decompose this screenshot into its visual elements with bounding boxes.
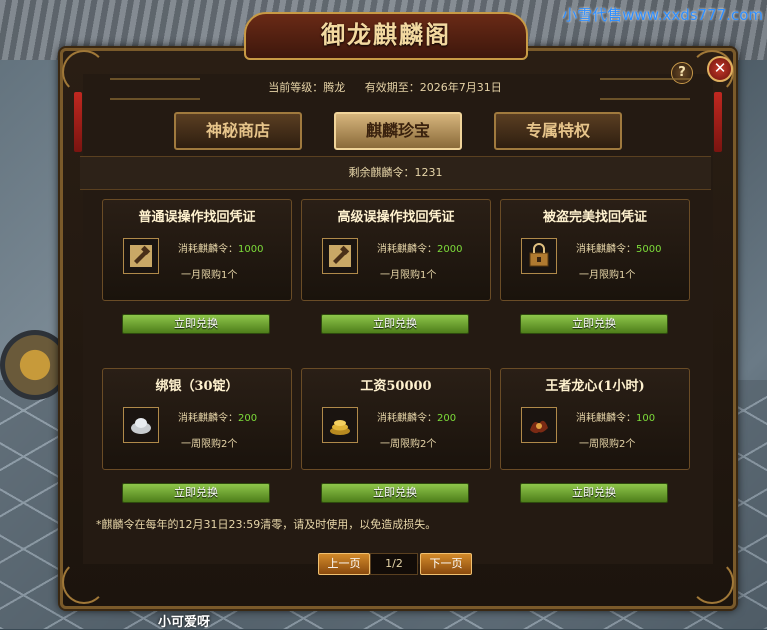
item-limit: 一月限购1个 [181,270,238,281]
item-limit: 一周限购2个 [380,439,437,450]
item-name: 普通误操作找回凭证 [138,210,256,225]
tab-qilin-treasure[interactable]: 麒麟珍宝 [334,112,462,150]
current-level: 当前等级：腾龙 [268,81,346,94]
item-cost: 消耗麒麟令：200 [377,409,456,424]
cost-value: 200 [437,413,457,424]
redeem-button[interactable]: 立即兑换 [520,314,668,334]
corner-ornament [62,560,106,604]
gold-coins-icon [322,407,358,443]
status-bar: 当前等级：腾龙 有效期至：2026年7月31日 [80,76,690,100]
close-button[interactable]: ✕ [707,56,733,82]
redeem-button[interactable]: 立即兑换 [520,483,668,503]
item-limit: 一月限购1个 [579,270,636,281]
cost-value: 2000 [437,244,463,255]
hammer-scroll-icon [123,238,159,274]
tab-mystery-shop[interactable]: 神秘商店 [174,112,302,150]
redeem-button[interactable]: 立即兑换 [122,483,270,503]
cost-value: 200 [238,413,258,424]
window-title: 御龙麒麟阁 [321,20,451,49]
dragon-heart-icon [521,407,557,443]
item-name: 被盗完美找回凭证 [542,210,647,225]
cost-value: 5000 [636,244,662,255]
item-limit: 一月限购1个 [380,270,437,281]
cost-label: 消耗麒麟令： [576,413,636,424]
item-card: 王者龙心(1小时) 消耗麒麟令：100 一周限购2个 [500,368,690,470]
item-cost: 消耗麒麟令：5000 [576,240,661,255]
cost-label: 消耗麒麟令： [576,244,636,255]
item-cost: 消耗麒麟令：2000 [377,240,462,255]
redeem-button[interactable]: 立即兑换 [321,314,469,334]
item-name: 高级误操作找回凭证 [337,210,455,225]
item-name: 工资50000 [360,379,432,394]
cost-label: 消耗麒麟令： [377,413,437,424]
item-card: 被盗完美找回凭证 消耗麒麟令：5000 一月限购1个 [500,199,690,301]
item-cost: 消耗麒麟令：1000 [178,240,263,255]
watermark: 小雪代售www.xxds777.com [562,6,763,24]
item-name: 王者龙心(1小时) [545,379,645,394]
item-name: 绑银（30锭） [155,379,239,394]
next-page-button[interactable]: 下一页 [420,553,472,575]
lock-chest-icon [521,238,557,274]
prev-page-button[interactable]: 上一页 [318,553,370,575]
item-card: 工资50000 消耗麒麟令：200 一周限购2个 [301,368,491,470]
player-name: 小可爱呀 [158,615,211,630]
red-tassel [714,92,722,152]
title-plate: 御龙麒麟阁 [244,12,528,60]
item-card: 绑银（30锭） 消耗麒麟令：200 一周限购2个 [102,368,292,470]
cost-value: 1000 [238,244,264,255]
cost-label: 消耗麒麟令： [377,244,437,255]
redeem-button[interactable]: 立即兑换 [321,483,469,503]
corner-ornament [690,560,734,604]
cost-label: 消耗麒麟令： [178,244,238,255]
remaining-tokens: 剩余麒麟令：1231 [80,156,711,190]
expiry-date: 有效期至：2026年7月31日 [364,81,502,94]
item-cost: 消耗麒麟令：200 [178,409,257,424]
tab-bar: 神秘商店 麒麟珍宝 专属特权 [80,112,690,150]
tab-exclusive-privilege[interactable]: 专属特权 [494,112,622,150]
token-reset-note: *麒麟令在每年的12月31日23:59清零，请及时使用，以免造成损失。 [96,518,437,531]
item-card: 普通误操作找回凭证 消耗麒麟令：1000 一月限购1个 [102,199,292,301]
hammer-scroll-icon [322,238,358,274]
page-indicator: 1/2 [370,553,418,575]
item-card: 高级误操作找回凭证 消耗麒麟令：2000 一月限购1个 [301,199,491,301]
item-limit: 一周限购2个 [579,439,636,450]
item-limit: 一周限购2个 [181,439,238,450]
silver-ingot-icon [123,407,159,443]
redeem-button[interactable]: 立即兑换 [122,314,270,334]
cost-label: 消耗麒麟令： [178,413,238,424]
cost-value: 100 [636,413,656,424]
item-cost: 消耗麒麟令：100 [576,409,655,424]
